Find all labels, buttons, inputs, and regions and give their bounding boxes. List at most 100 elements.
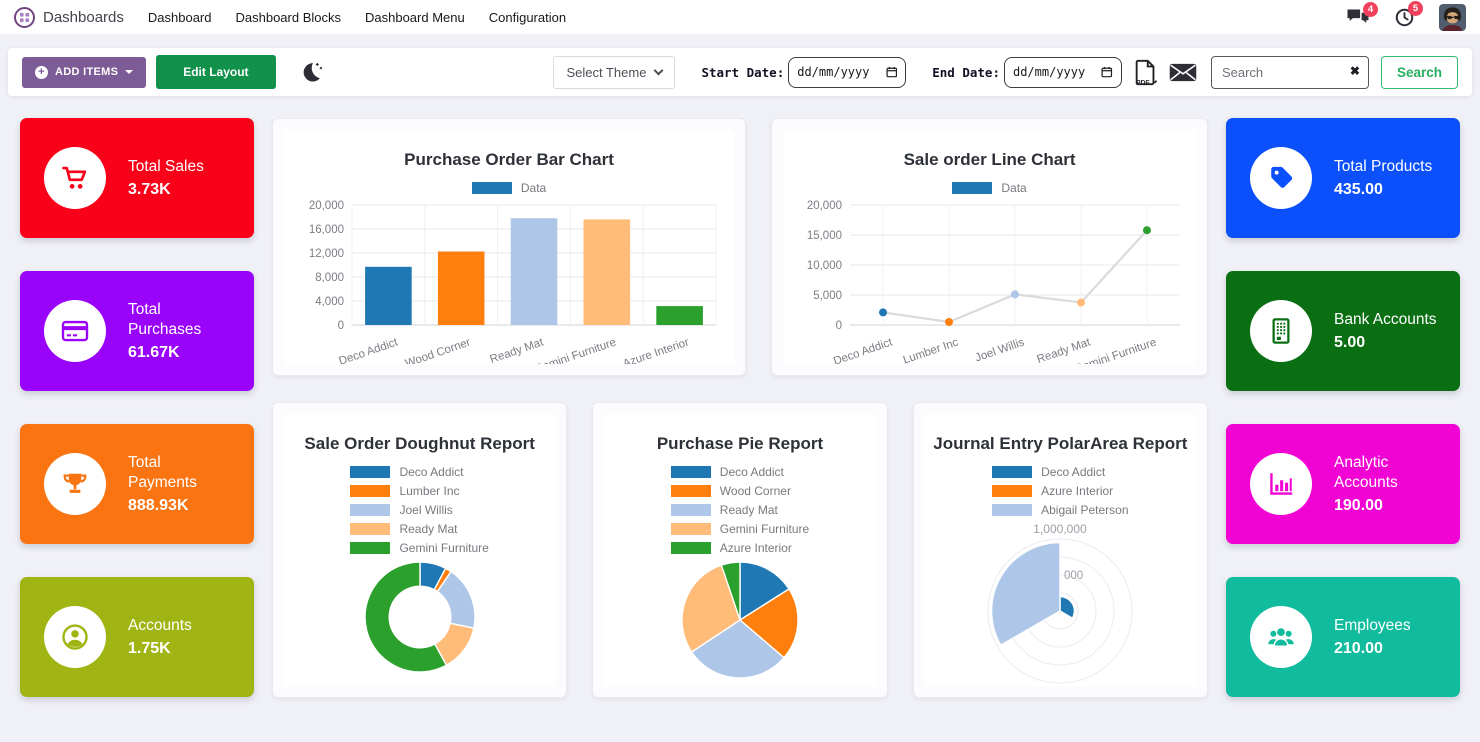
start-date-input-box[interactable] — [788, 57, 906, 88]
search-input[interactable] — [1211, 56, 1369, 89]
start-date-input[interactable] — [797, 65, 879, 79]
kpi-card-bank-accounts[interactable]: Bank Accounts5.00 — [1226, 271, 1460, 391]
search-button[interactable]: Search — [1381, 56, 1458, 89]
activities-clock-icon[interactable]: 5 — [1394, 7, 1415, 28]
messages-icon[interactable]: 4 — [1346, 8, 1370, 27]
chart-title: Sale Order Doughnut Report — [304, 434, 534, 454]
chart-legend: Deco Addict Wood Corner Ready Mat Gemini Fu… — [671, 465, 809, 555]
chart-title: Purchase Pie Report — [657, 434, 823, 454]
edit-layout-button[interactable]: Edit Layout — [156, 55, 275, 89]
legend-item[interactable]: Deco Addict — [992, 465, 1128, 479]
app-brand[interactable]: Dashboards — [14, 7, 124, 28]
top-navbar: Dashboards Dashboard Dashboard Blocks Da… — [0, 0, 1480, 34]
legend-label: Ready Mat — [399, 522, 457, 536]
clear-search-icon[interactable]: ✖ — [1350, 64, 1360, 78]
kpi-column-left: Total Sales3.73K Total Purchases61.67K T… — [20, 118, 254, 730]
kpi-value: 3.73K — [128, 181, 226, 199]
svg-text:0: 0 — [835, 320, 841, 332]
send-mail-icon[interactable] — [1169, 63, 1197, 82]
sale-order-doughnut-panel: Sale Order Doughnut Report Deco Addict Lu… — [272, 402, 567, 698]
activities-badge: 5 — [1408, 1, 1423, 16]
select-theme-dropdown[interactable]: Select Theme — [553, 56, 675, 89]
legend-item[interactable]: Ready Mat — [350, 522, 488, 536]
pie-chart-canvas — [679, 559, 801, 681]
legend-item[interactable]: Deco Addict — [350, 465, 488, 479]
legend-swatch — [350, 485, 390, 497]
legend-label: Gemini Furniture — [720, 522, 809, 536]
legend-item[interactable]: Gemini Furniture — [671, 522, 809, 536]
legend-swatch — [671, 485, 711, 497]
legend-label: Lumber Inc — [399, 484, 459, 498]
legend-item[interactable]: Ready Mat — [671, 503, 809, 517]
chart-legend: Data — [472, 181, 546, 195]
bar-chart-canvas: 04,0008,00012,00016,00020,000Deco Addict… — [290, 199, 728, 364]
chart-legend: Deco Addict Azure Interior Abigail Peterso… — [992, 465, 1128, 517]
kpi-card-total-sales[interactable]: Total Sales3.73K — [20, 118, 254, 238]
menu-item-configuration[interactable]: Configuration — [489, 10, 566, 25]
chart-legend: Deco Addict Lumber Inc Joel Willis Ready Ma… — [350, 465, 488, 555]
kpi-card-total-payments[interactable]: Total Payments888.93K — [20, 424, 254, 544]
legend-item[interactable]: Deco Addict — [671, 465, 809, 479]
kpi-value: 888.93K — [128, 497, 226, 515]
svg-text:4,000: 4,000 — [315, 296, 344, 308]
user-avatar[interactable] — [1439, 4, 1466, 31]
legend-item[interactable]: Joel Willis — [350, 503, 488, 517]
legend-swatch — [992, 504, 1032, 516]
svg-text:20,000: 20,000 — [806, 200, 841, 212]
kpi-card-total-purchases[interactable]: Total Purchases61.67K — [20, 271, 254, 391]
legend-label: Deco Addict — [1041, 465, 1105, 479]
legend-swatch — [992, 485, 1032, 497]
legend-swatch — [992, 466, 1032, 478]
end-date-input-box[interactable] — [1004, 57, 1122, 88]
menu-item-dashboard-menu[interactable]: Dashboard Menu — [365, 10, 465, 25]
dashboards-app-icon — [14, 7, 35, 28]
svg-text:5,000: 5,000 — [813, 290, 842, 302]
doughnut-chart-canvas — [362, 559, 478, 675]
end-date-input[interactable] — [1013, 65, 1095, 79]
legend-item[interactable]: Wood Corner — [671, 484, 809, 498]
legend-label: Gemini Furniture — [399, 541, 488, 555]
journal-entry-polararea-panel: Journal Entry PolarArea Report Deco Addi… — [913, 402, 1208, 698]
start-date-label: Start Date: — [701, 65, 784, 80]
legend-label: Azure Interior — [1041, 484, 1113, 498]
legend-swatch — [671, 504, 711, 516]
caret-down-icon — [125, 70, 133, 74]
legend-item[interactable]: Data — [952, 181, 1026, 195]
legend-item[interactable]: Lumber Inc — [350, 484, 488, 498]
line-chart-canvas: 05,00010,00015,00020,000Deco AddictLumbe… — [784, 199, 1196, 364]
kpi-card-analytic-accounts[interactable]: Analytic Accounts190.00 — [1226, 424, 1460, 544]
legend-swatch — [952, 182, 992, 194]
kpi-value: 435.00 — [1334, 181, 1450, 199]
chart-title: Journal Entry PolarArea Report — [933, 434, 1187, 454]
legend-swatch — [350, 504, 390, 516]
legend-item[interactable]: Azure Interior — [671, 541, 809, 555]
legend-item[interactable]: Gemini Furniture — [350, 541, 488, 555]
charts-row-bottom: Sale Order Doughnut Report Deco Addict Lu… — [272, 402, 1208, 698]
kpi-card-accounts[interactable]: Accounts1.75K — [20, 577, 254, 697]
legend-swatch — [671, 466, 711, 478]
legend-label: Wood Corner — [720, 484, 791, 498]
svg-text:Joel Willis: Joel Willis — [973, 336, 1025, 364]
menu-item-dashboard-blocks[interactable]: Dashboard Blocks — [236, 10, 342, 25]
legend-swatch — [350, 523, 390, 535]
search-box: ✖ — [1211, 56, 1369, 89]
svg-text:Azure Interior: Azure Interior — [621, 336, 690, 364]
legend-item[interactable]: Abigail Peterson — [992, 503, 1128, 517]
calendar-icon[interactable] — [886, 65, 898, 79]
legend-item[interactable]: Data — [472, 181, 546, 195]
add-items-button[interactable]: + ADD ITEMS — [22, 57, 146, 88]
legend-item[interactable]: Azure Interior — [992, 484, 1128, 498]
kpi-value: 61.67K — [128, 344, 226, 362]
svg-text:15,000: 15,000 — [806, 230, 841, 242]
bar-chart-icon — [1250, 453, 1312, 515]
svg-text:Wood Corner: Wood Corner — [404, 336, 473, 364]
menu-item-dashboard[interactable]: Dashboard — [148, 10, 212, 25]
dark-mode-moon-icon[interactable] — [298, 60, 323, 85]
kpi-card-employees[interactable]: Employees210.00 — [1226, 577, 1460, 697]
kpi-card-total-products[interactable]: Total Products435.00 — [1226, 118, 1460, 238]
chevron-down-icon — [654, 66, 664, 76]
calendar-icon[interactable] — [1101, 65, 1113, 79]
export-pdf-icon[interactable]: PDF — [1134, 59, 1157, 86]
legend-swatch — [350, 466, 390, 478]
sale-order-line-chart-panel: Sale order Line Chart Data 05,00010,0001… — [771, 118, 1208, 376]
